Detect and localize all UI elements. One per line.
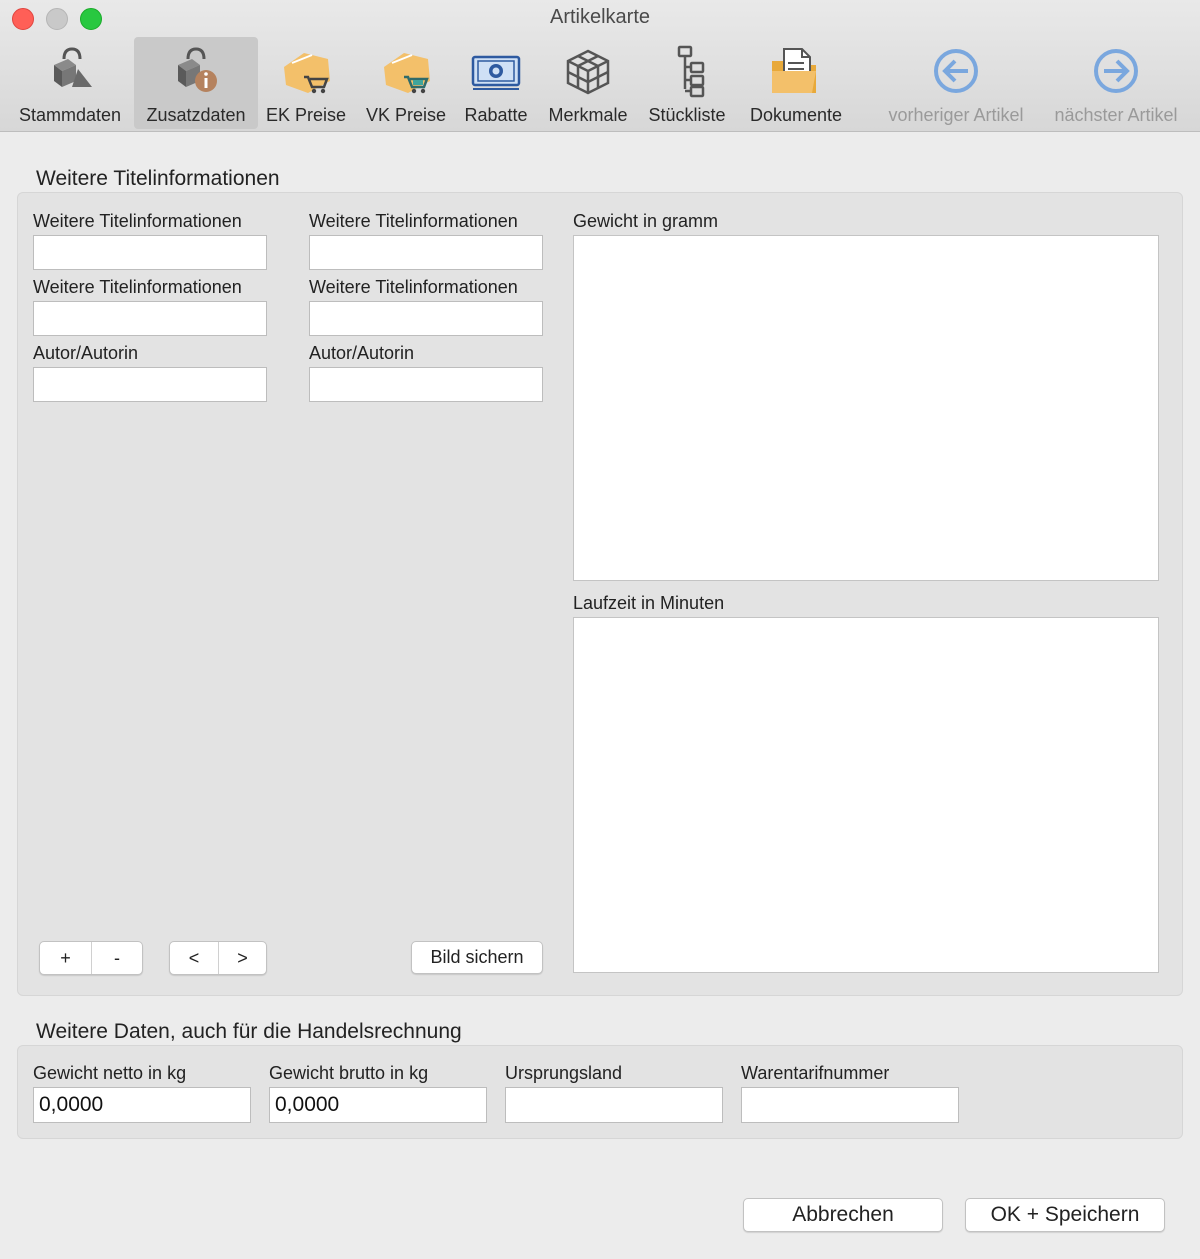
banknote-icon <box>468 43 524 99</box>
titelinfo-input-1[interactable] <box>33 235 267 270</box>
origin-country-input[interactable] <box>505 1087 723 1123</box>
tree-list-icon <box>659 43 715 99</box>
tab-label: Merkmale <box>548 105 628 125</box>
weight-gram-textarea[interactable] <box>573 235 1159 581</box>
prev-image-button[interactable]: < <box>170 942 218 974</box>
field-label: Warentarifnummer <box>741 1063 890 1083</box>
add-button[interactable]: + <box>40 942 91 974</box>
cube-grid-icon <box>560 43 616 99</box>
titelinfo-input-3[interactable] <box>33 301 267 336</box>
field-label: Autor/Autorin <box>33 343 139 363</box>
tab-label: Dokumente <box>749 105 843 125</box>
tab-zusatzdaten[interactable]: Zusatzdaten <box>134 37 258 129</box>
field-label: Gewicht brutto in kg <box>269 1063 429 1083</box>
tab-ek-preise[interactable]: EK Preise <box>260 37 352 129</box>
titlebar: Artikelkarte Stammdaten Zusatzdaten EK P… <box>0 0 1200 132</box>
cancel-button[interactable]: Abbrechen <box>743 1198 943 1232</box>
remove-button[interactable]: - <box>91 942 142 974</box>
tab-label: nächster Artikel <box>1054 105 1178 125</box>
tab-rabatte[interactable]: Rabatte <box>456 37 536 129</box>
tab-label: Stammdaten <box>18 105 122 125</box>
section-title-handelsrechnung: Weitere Daten, auch für die Handelsrechn… <box>36 1020 462 1043</box>
field-label: Weitere Titelinformationen <box>33 277 242 297</box>
tab-label: VK Preise <box>365 105 447 125</box>
tab-label: EK Preise <box>265 105 347 125</box>
boxes-info-icon <box>168 43 224 99</box>
field-label: Weitere Titelinformationen <box>309 277 518 297</box>
cart-sale-icon <box>378 43 434 99</box>
group-titelinfo: Weitere Titelinformationen Weitere Titel… <box>17 192 1183 996</box>
next-article-button[interactable]: nächster Artikel <box>1040 37 1192 129</box>
tab-label: Zusatzdaten <box>146 105 246 125</box>
field-label: Gewicht netto in kg <box>33 1063 187 1083</box>
tab-label: Rabatte <box>464 105 528 125</box>
cart-purchase-icon <box>278 43 334 99</box>
add-remove-segment: + - <box>39 941 143 975</box>
folder-document-icon <box>768 43 824 99</box>
titelinfo-input-2[interactable] <box>309 235 543 270</box>
weight-gram-label: Gewicht in gramm <box>573 211 719 231</box>
ok-save-button[interactable]: OK + Speichern <box>965 1198 1165 1232</box>
window-title: Artikelkarte <box>549 6 651 28</box>
next-image-button[interactable]: > <box>218 942 266 974</box>
autor-input-1[interactable] <box>33 367 267 402</box>
weight-gross-input[interactable] <box>269 1087 487 1123</box>
previous-article-button[interactable]: vorheriger Artikel <box>876 37 1036 129</box>
section-title-titelinfo: Weitere Titelinformationen <box>36 167 280 190</box>
tab-dokumente[interactable]: Dokumente <box>740 37 852 129</box>
runtime-minutes-label: Laufzeit in Minuten <box>573 593 725 613</box>
tab-stammdaten[interactable]: Stammdaten <box>8 37 132 129</box>
tab-label: vorheriger Artikel <box>888 105 1024 125</box>
tab-merkmale[interactable]: Merkmale <box>540 37 636 129</box>
field-label: Weitere Titelinformationen <box>33 211 242 231</box>
tab-stueckliste[interactable]: Stückliste <box>640 37 734 129</box>
titelinfo-input-4[interactable] <box>309 301 543 336</box>
toolbar: Stammdaten Zusatzdaten EK Preise VK Prei… <box>0 37 1200 129</box>
artikelkarte-window: Artikelkarte Stammdaten Zusatzdaten EK P… <box>0 0 1200 1259</box>
prev-next-segment: < > <box>169 941 267 975</box>
arrow-left-circle-icon <box>928 43 984 99</box>
tariff-number-input[interactable] <box>741 1087 959 1123</box>
field-label: Ursprungsland <box>505 1063 623 1083</box>
boxes-icon <box>42 43 98 99</box>
field-label: Weitere Titelinformationen <box>309 211 518 231</box>
group-handelsrechnung: Gewicht netto in kg Gewicht brutto in kg… <box>17 1045 1183 1139</box>
field-label: Autor/Autorin <box>309 343 415 363</box>
tab-label: Stückliste <box>648 105 726 125</box>
arrow-right-circle-icon <box>1088 43 1144 99</box>
save-image-button[interactable]: Bild sichern <box>411 941 543 974</box>
weight-net-input[interactable] <box>33 1087 251 1123</box>
autor-input-2[interactable] <box>309 367 543 402</box>
tab-vk-preise[interactable]: VK Preise <box>358 37 454 129</box>
runtime-minutes-textarea[interactable] <box>573 617 1159 973</box>
